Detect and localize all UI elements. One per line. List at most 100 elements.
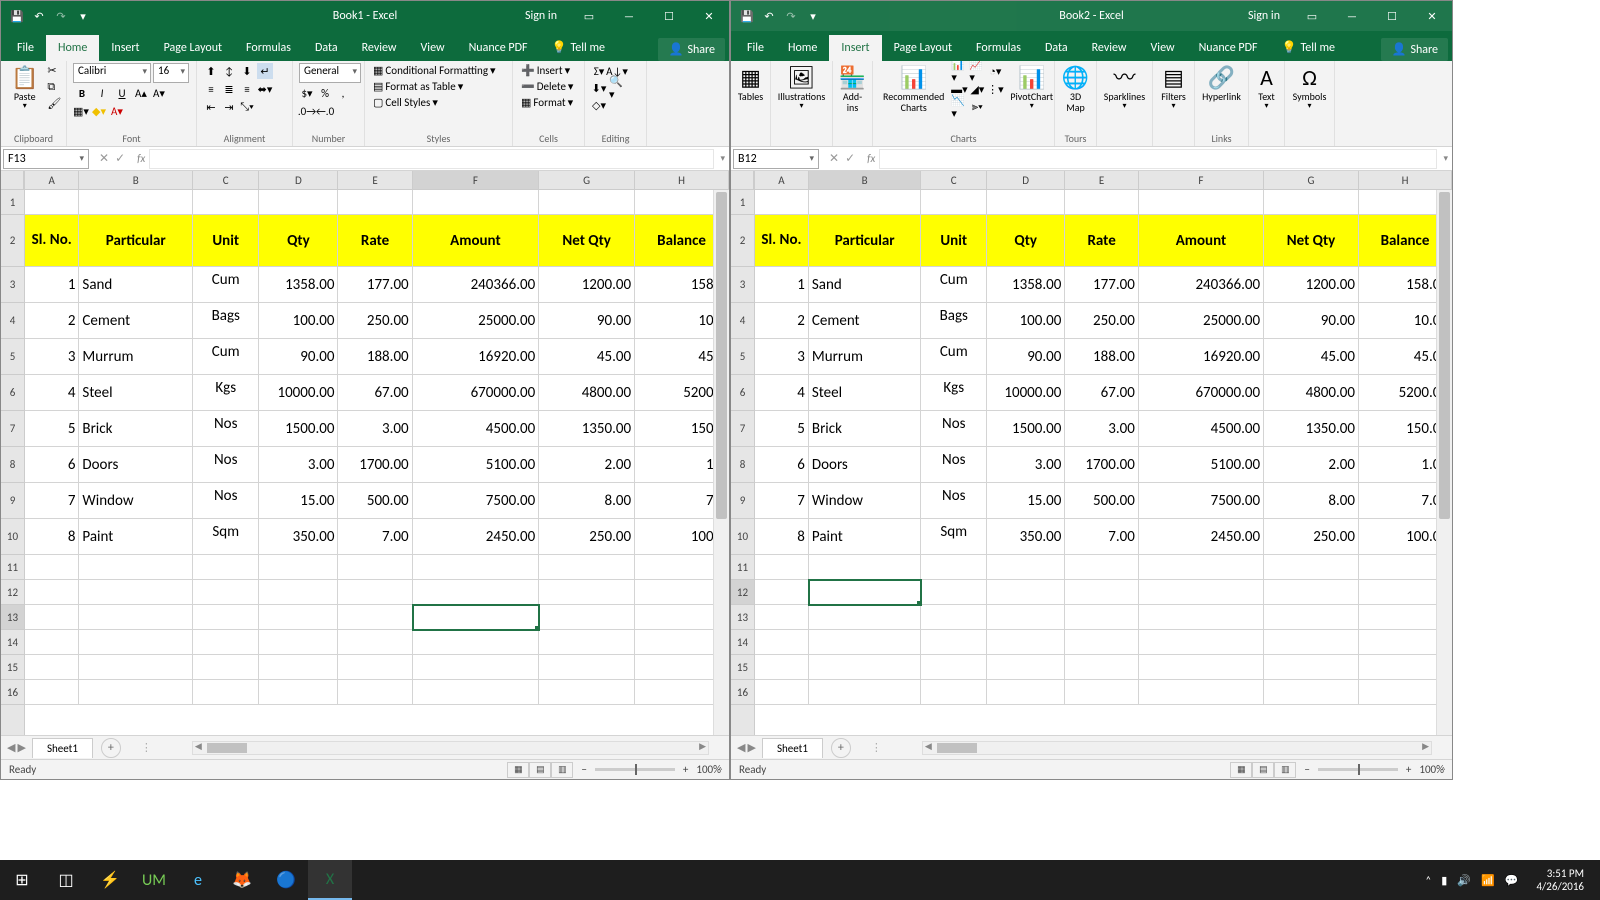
row-header[interactable]: 2 [731,215,754,267]
row-header[interactable]: 10 [731,519,754,555]
cell[interactable] [338,680,412,705]
cell[interactable]: 8.00 [1264,483,1359,519]
cell[interactable]: Paint [809,519,922,555]
cell[interactable] [259,605,338,630]
cell[interactable] [338,605,412,630]
cell[interactable] [1264,190,1359,215]
cell[interactable] [755,655,809,680]
worksheet-grid[interactable]: 12345678910111213141516ABCDEFGHSl. No.Pa… [731,171,1452,735]
share-button[interactable]: 👤Share [658,38,725,61]
align-left-icon[interactable]: ≡ [203,81,219,97]
cell[interactable]: 2.00 [1264,447,1359,483]
cell[interactable]: 7.00 [338,519,412,555]
cell[interactable] [755,555,809,580]
row-header[interactable]: 10 [1,519,24,555]
formula-bar[interactable] [149,149,714,169]
cell[interactable]: 8 [755,519,809,555]
cell[interactable] [1065,655,1138,680]
indent-dec-icon[interactable]: ⇤ [203,99,219,115]
cell[interactable] [1264,580,1359,605]
row-header[interactable]: 8 [1,447,24,483]
cell[interactable] [539,630,635,655]
cell[interactable]: Murrum [809,339,922,375]
cell[interactable] [921,190,987,215]
cell[interactable]: Window [809,483,922,519]
cell[interactable] [1264,680,1359,705]
cell[interactable] [921,680,987,705]
cell[interactable]: Doors [809,447,922,483]
cell[interactable] [193,580,259,605]
cell[interactable] [809,630,922,655]
ribbon-display-icon[interactable]: ▭ [1292,1,1332,31]
align-center-icon[interactable]: ≣ [221,81,237,97]
font-size-select[interactable]: 16 [153,63,189,83]
zoom-in-icon[interactable]: + [683,763,688,776]
column-header[interactable]: D [987,171,1065,190]
cell[interactable]: 67.00 [1065,375,1138,411]
cell[interactable]: 90.00 [539,303,635,339]
cell[interactable]: 500.00 [338,483,412,519]
column-header[interactable]: A [25,171,79,190]
cell[interactable] [79,655,193,680]
cell[interactable]: Particular [79,215,193,267]
cell[interactable] [755,190,809,215]
cell[interactable]: Nos [921,483,987,519]
row-header[interactable]: 7 [1,411,24,447]
cell[interactable] [259,580,338,605]
cell[interactable] [79,680,193,705]
minimize-button[interactable]: — [1332,1,1372,31]
cell[interactable]: Sqm [921,519,987,555]
cell[interactable] [193,680,259,705]
cell[interactable] [1139,580,1264,605]
tab-view[interactable]: View [409,35,457,61]
battery-icon[interactable]: ▮ [1441,874,1447,887]
cell[interactable]: Net Qty [1264,215,1359,267]
cell[interactable] [1139,555,1264,580]
cell[interactable] [987,655,1065,680]
close-button[interactable]: ✕ [689,1,729,31]
cell[interactable] [755,605,809,630]
cell[interactable]: 1 [25,267,79,303]
cell[interactable]: 90.00 [259,339,338,375]
row-header[interactable]: 12 [1,580,24,605]
cell[interactable] [413,605,540,630]
taskbar[interactable]: ⊞ ◫ ⚡ UM e 🦊 🔵 X ˄ ▮ 🔊 📶 💬 3:51 PM 4/26/… [0,860,1600,900]
symbols-button[interactable]: ΩSymbols▾ [1291,63,1328,113]
titlebar[interactable]: 💾 ↶ ↷ ▾ Book2 - Excel Sign in ▭ — ☐ ✕ [731,1,1452,31]
cell[interactable]: 3 [755,339,809,375]
cell[interactable] [1065,580,1138,605]
minimize-button[interactable]: — [609,1,649,31]
cell[interactable]: Rate [1065,215,1138,267]
indent-inc-icon[interactable]: ⇥ [221,99,237,115]
tab-nuance-pdf[interactable]: Nuance PDF [1187,35,1270,61]
cell[interactable]: 25000.00 [1139,303,1264,339]
cell[interactable] [809,555,922,580]
cell[interactable]: 4500.00 [1139,411,1264,447]
column-header[interactable]: G [539,171,635,190]
cell[interactable] [193,655,259,680]
winamp-icon[interactable]: ⚡ [88,860,132,900]
cell[interactable]: 250.00 [1264,519,1359,555]
cell[interactable] [1065,630,1138,655]
cell[interactable] [1264,555,1359,580]
redo-icon[interactable]: ↷ [53,8,69,24]
column-header[interactable]: F [1139,171,1264,190]
row-header[interactable]: 6 [1,375,24,411]
cell[interactable] [921,655,987,680]
currency-icon[interactable]: $▾ [299,85,315,101]
cell[interactable]: 5 [755,411,809,447]
cell[interactable]: Qty [259,215,338,267]
excel-taskbar-icon[interactable]: X [308,860,352,900]
sparklines-button[interactable]: 〰Sparklines▾ [1103,63,1146,113]
find-icon[interactable]: 🔍▾ [609,80,625,96]
cell[interactable]: Steel [809,375,922,411]
3d-map-button[interactable]: 🌐3D Map [1061,63,1090,115]
cell[interactable] [1264,605,1359,630]
cell[interactable] [25,580,79,605]
cell[interactable] [1139,630,1264,655]
cell[interactable]: Cum [921,339,987,375]
cancel-formula-icon[interactable]: ✕ [99,151,109,166]
cell[interactable]: Nos [193,411,259,447]
row-header[interactable]: 12 [731,580,754,605]
qat-more-icon[interactable]: ▾ [75,8,91,24]
